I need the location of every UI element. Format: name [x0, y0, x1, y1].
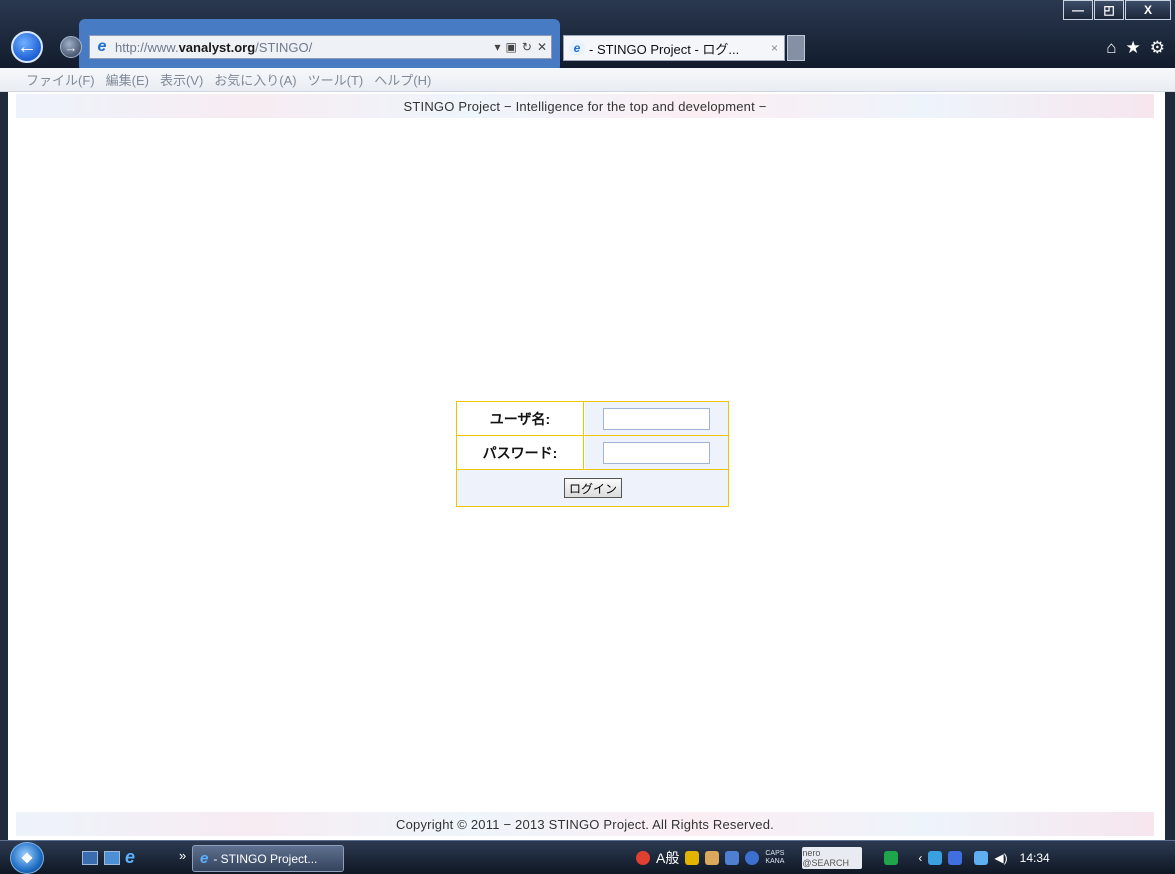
refresh-icon[interactable]: ↻: [522, 40, 532, 54]
dropdown-icon[interactable]: ▾: [495, 40, 501, 54]
back-button[interactable]: ←: [11, 31, 43, 63]
settings-gear-icon[interactable]: ⚙: [1150, 38, 1165, 58]
ime-tools-icon[interactable]: [725, 851, 740, 865]
password-cell: [585, 436, 728, 469]
antivirus-icon[interactable]: [636, 851, 650, 865]
show-desktop-icon[interactable]: [82, 851, 98, 865]
home-icon[interactable]: ⌂: [1106, 38, 1116, 58]
minimize-button[interactable]: —: [1063, 0, 1093, 20]
nero-search-box[interactable]: nero @SEARCH: [802, 847, 863, 869]
green-arrow-icon[interactable]: [884, 851, 899, 865]
forward-button[interactable]: →: [60, 36, 82, 58]
ie-page-icon: e: [97, 38, 107, 55]
footer-banner: Copyright © 2011 − 2013 STINGO Project. …: [16, 812, 1154, 836]
help-icon[interactable]: [745, 851, 760, 865]
browser-titlebar: — ◰ X ← → e http://www.vanalyst.org/STIN…: [0, 0, 1175, 72]
tab-title: - STINGO Project - ログ...: [589, 41, 740, 57]
forward-arrow-icon: →: [64, 39, 78, 55]
favorites-star-icon[interactable]: ★: [1126, 38, 1141, 58]
menu-favorites[interactable]: お気に入り(A): [214, 70, 296, 89]
browser-right-icons: ⌂ ★ ⚙: [1106, 38, 1165, 58]
header-banner-text: STINGO Project − Intelligence for the to…: [403, 98, 767, 114]
tab-stingo[interactable]: e - STINGO Project - ログ... ×: [563, 35, 785, 61]
menu-view[interactable]: 表示(V): [160, 70, 203, 89]
menu-bar: ファイル(F) 編集(E) 表示(V) お気に入り(A) ツール(T) ヘルプ(…: [0, 68, 1175, 92]
windows-logo-icon: ❖: [20, 849, 34, 866]
quicklaunch-more-icon[interactable]: »: [179, 848, 186, 863]
start-button[interactable]: ❖: [10, 842, 44, 874]
stop-icon[interactable]: ✕: [537, 40, 547, 54]
new-tab-button[interactable]: [787, 35, 805, 61]
username-input[interactable]: [603, 407, 710, 430]
password-label: パスワード:: [457, 436, 584, 469]
compatibility-icon[interactable]: ▣: [506, 40, 517, 54]
show-hidden-icons[interactable]: ‹: [918, 851, 922, 865]
ime-toolbar-icon[interactable]: [685, 851, 700, 865]
network-icon[interactable]: [928, 851, 943, 865]
login-form: ユーザ名: パスワード: ログイン: [456, 401, 729, 507]
window-controls: — ◰ X: [1062, 0, 1171, 20]
username-cell: [585, 402, 728, 435]
tray-app-icon[interactable]: [948, 851, 963, 865]
taskbar-ie-window[interactable]: e - STINGO Project...: [192, 845, 344, 872]
ie-tab-icon: e: [569, 40, 585, 56]
page-viewport: STINGO Project − Intelligence for the to…: [8, 92, 1165, 840]
username-row: ユーザ名:: [457, 402, 728, 436]
ime-mode-indicator[interactable]: A般: [656, 848, 679, 868]
menu-tools[interactable]: ツール(T): [308, 70, 364, 89]
ie-quicklaunch-icon[interactable]: e: [125, 847, 135, 868]
ie-task-icon: e: [200, 850, 209, 867]
ime-dictionary-icon[interactable]: [705, 851, 720, 865]
menu-edit[interactable]: 編集(E): [106, 70, 149, 89]
address-tools: ▾ ▣ ↻ ✕: [495, 40, 548, 54]
username-label: ユーザ名:: [457, 402, 584, 435]
restore-button[interactable]: ◰: [1094, 0, 1124, 20]
switch-windows-icon[interactable]: [104, 851, 120, 865]
copyright-text: Copyright © 2011 − 2013 STINGO Project. …: [396, 816, 774, 832]
address-bar[interactable]: e http://www.vanalyst.org/STINGO/ ▾ ▣ ↻ …: [89, 35, 552, 59]
taskbar: ❖ e » e - STINGO Project... A般 CAPS KANA …: [0, 840, 1175, 874]
connection-icon[interactable]: [974, 851, 989, 865]
menu-file[interactable]: ファイル(F): [26, 70, 95, 89]
close-button[interactable]: X: [1125, 0, 1171, 20]
back-arrow-icon: ←: [17, 35, 37, 58]
caps-kana-indicator: CAPS KANA: [765, 850, 785, 865]
header-banner: STINGO Project − Intelligence for the to…: [16, 94, 1154, 118]
password-input[interactable]: [603, 441, 710, 464]
menu-help[interactable]: ヘルプ(H): [374, 70, 431, 89]
tab-close-icon[interactable]: ×: [771, 41, 778, 55]
volume-icon[interactable]: ◀): [994, 851, 1007, 865]
password-row: パスワード:: [457, 436, 728, 470]
clock[interactable]: 14:34: [1020, 851, 1050, 865]
address-url[interactable]: http://www.vanalyst.org/STINGO/: [115, 40, 312, 55]
login-button-row: ログイン: [457, 470, 728, 506]
taskbar-window-title: - STINGO Project...: [213, 851, 318, 866]
login-button[interactable]: ログイン: [564, 478, 622, 498]
system-tray: A般 CAPS KANA nero @SEARCH ‹ ◀) 14:34: [636, 841, 1050, 874]
